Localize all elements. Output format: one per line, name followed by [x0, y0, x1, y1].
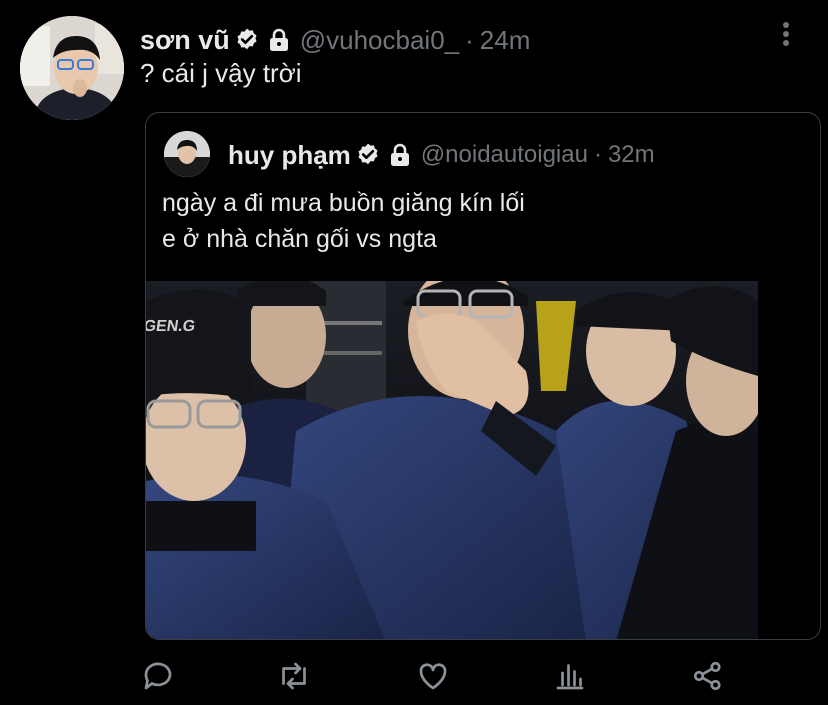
tweet-time[interactable]: 24m [480, 25, 531, 56]
separator-dot: · [465, 24, 474, 55]
quoted-author-handle[interactable]: @noidautoigiau [421, 141, 588, 169]
quoted-verified-badge-icon [358, 143, 378, 165]
tweet-text: ? cái j vậy trời [140, 58, 302, 88]
quoted-tweet-header: huy phạm @noidautoigiau · 32m [228, 137, 655, 173]
more-options-icon[interactable] [778, 22, 794, 52]
quoted-author-name[interactable]: huy phạm [228, 140, 351, 171]
verified-badge-icon [237, 28, 257, 50]
quoted-tweet-time[interactable]: 32m [608, 141, 655, 169]
quoted-author-avatar[interactable] [164, 131, 210, 177]
quoted-avatar-image [164, 131, 210, 177]
analytics-icon[interactable] [552, 658, 588, 694]
author-handle[interactable]: @vuhocbai0_ [300, 25, 459, 56]
avatar-image [20, 16, 124, 120]
author-avatar[interactable] [20, 16, 124, 120]
quoted-text-line: ngày a đi mưa buồn giăng kín lối [162, 189, 525, 217]
tweet-header: sơn vũ @vuhocbai0_ · 24m [140, 20, 530, 60]
quoted-tweet-text: ngày a đi mưa buồn giăng kín lối e ở nhà… [162, 185, 525, 257]
reply-icon[interactable] [140, 658, 176, 694]
svg-text:GEN.G: GEN.G [146, 317, 196, 335]
share-icon[interactable] [690, 658, 726, 694]
quoted-tweet[interactable]: huy phạm @noidautoigiau · 32m ngày a đi … [145, 112, 821, 640]
retweet-icon[interactable] [276, 658, 312, 694]
photo-image: GEN.G [146, 281, 758, 639]
lock-icon [269, 28, 288, 51]
quoted-lock-icon [390, 143, 409, 166]
author-name[interactable]: sơn vũ [140, 25, 230, 56]
quoted-separator-dot: · [593, 141, 602, 168]
tweet-actions-bar [0, 650, 828, 705]
quoted-text-line: e ở nhà chăn gối vs ngta [162, 225, 437, 253]
like-icon[interactable] [415, 658, 451, 694]
quoted-media-photo[interactable]: GEN.G [146, 281, 758, 639]
